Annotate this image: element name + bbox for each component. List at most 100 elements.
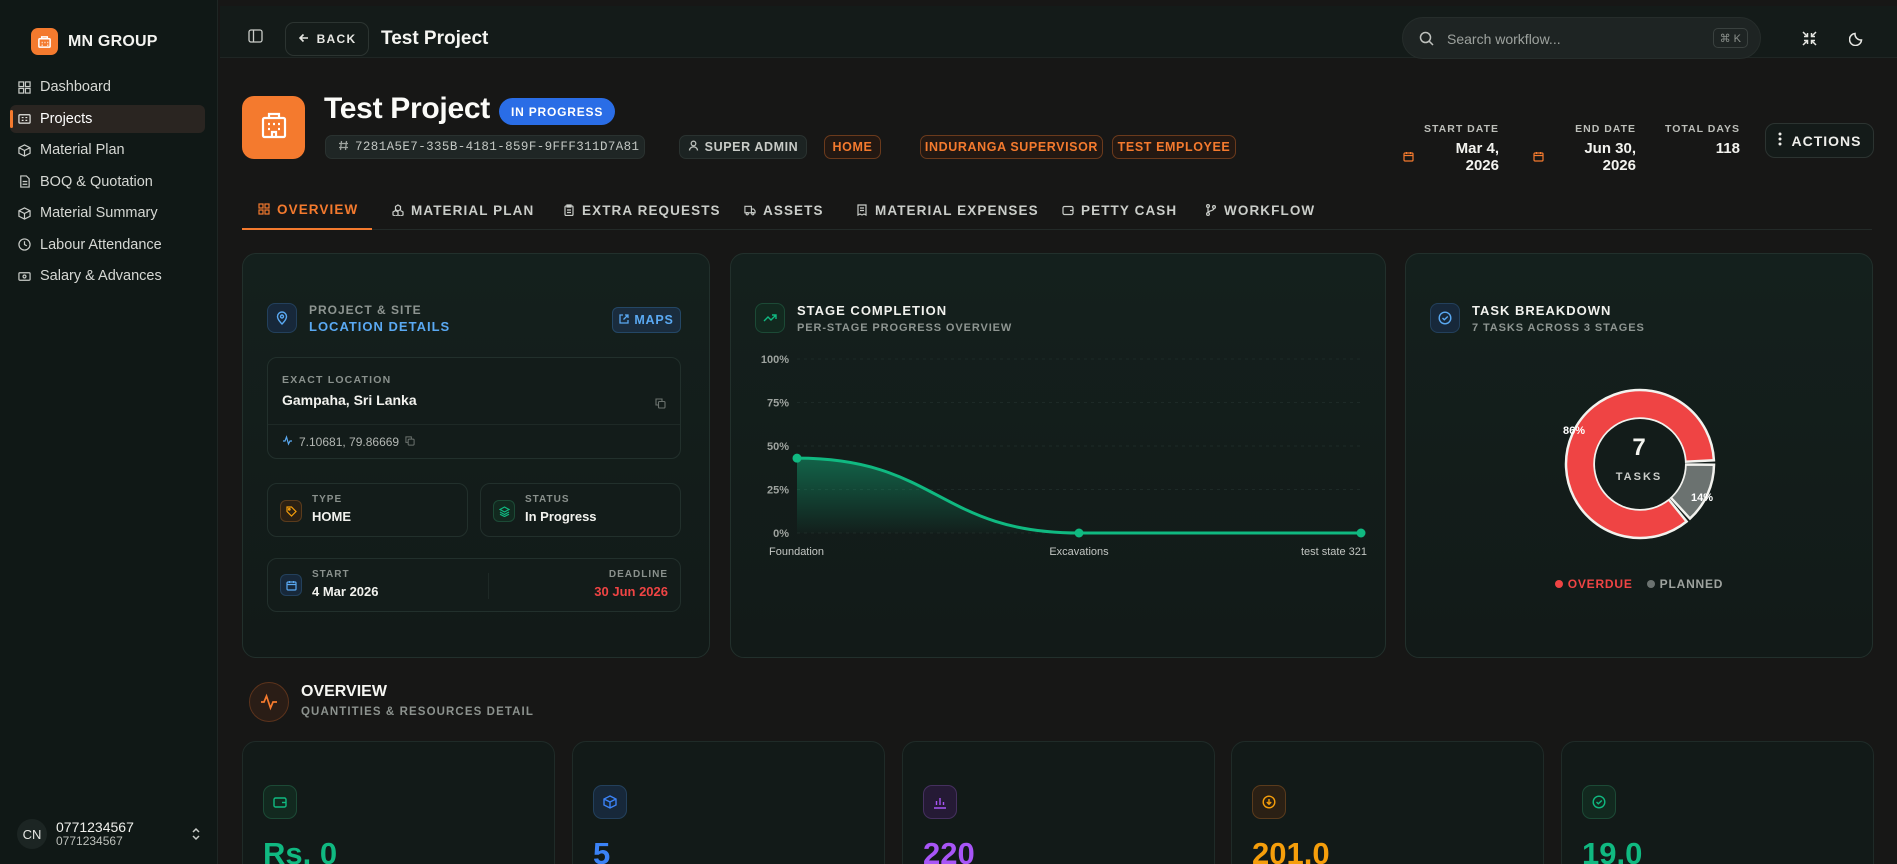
stat-card: Rs. 0 — [242, 741, 555, 864]
donut-center-value: 7 — [1632, 434, 1646, 461]
sidebar-item-label: Salary & Advances — [40, 268, 162, 284]
building-icon — [31, 28, 58, 55]
tab-assets[interactable]: ASSETS — [744, 190, 824, 230]
stat-value: 220 — [923, 836, 975, 864]
app-root: MN GROUP Dashboard Projects Material Pla… — [0, 0, 1897, 864]
wallet-icon — [1062, 204, 1074, 216]
tab-label: OVERVIEW — [277, 201, 359, 217]
legend-label: PLANNED — [1659, 577, 1724, 591]
brand[interactable]: MN GROUP — [31, 28, 158, 55]
stat-value: 5 — [593, 836, 611, 864]
truck-icon — [744, 204, 756, 216]
tab-overview[interactable]: OVERVIEW — [242, 190, 372, 230]
coordinates: 7.10681, 79.86669 — [299, 435, 400, 449]
tab-label: MATERIAL EXPENSES — [875, 202, 1039, 218]
tab-material-plan[interactable]: MATERIAL PLAN — [392, 190, 534, 230]
exact-location-value: Gampaha, Sri Lanka — [282, 392, 417, 408]
donut-center-label: TASKS — [1615, 471, 1663, 483]
type-value: HOME — [312, 509, 351, 524]
tab-label: EXTRA REQUESTS — [582, 202, 721, 218]
legend-overdue: OVERDUE — [1554, 577, 1633, 591]
tab-extra-requests[interactable]: EXTRA REQUESTS — [563, 190, 721, 230]
copy-icon[interactable] — [655, 396, 666, 409]
sidebar-item-dashboard[interactable]: Dashboard — [10, 73, 205, 101]
type-box: TYPE HOME — [267, 483, 468, 537]
stat-card: 19.0 — [1561, 741, 1874, 864]
activity-icon — [282, 435, 293, 449]
stage-card-title: STAGE COMPLETION — [797, 303, 948, 318]
tab-label: ASSETS — [763, 202, 824, 218]
role-label: SUPER ADMIN — [704, 140, 799, 154]
back-label: BACK — [316, 32, 357, 46]
sidebar-item-material-plan[interactable]: Material Plan — [10, 136, 205, 164]
back-button[interactable]: BACK — [285, 22, 369, 56]
status-label: STATUS — [525, 494, 570, 505]
sidebar-item-material-summary[interactable]: Material Summary — [10, 199, 205, 227]
tab-petty-cash[interactable]: PETTY CASH — [1062, 190, 1177, 230]
maps-label: MAPS — [634, 313, 674, 327]
y-tick-label: 75% — [767, 398, 789, 410]
external-link-icon — [619, 313, 629, 327]
boxes-icon — [392, 204, 404, 216]
calendar-icon — [280, 574, 302, 596]
start-date: START DATE Mar 4, 2026 — [1403, 123, 1499, 174]
y-tick-label: 25% — [767, 485, 789, 497]
document-icon — [18, 175, 31, 188]
stat-value: 19.0 — [1582, 836, 1643, 864]
tag-icon — [280, 500, 302, 522]
download-icon — [1252, 785, 1286, 819]
total-days-value: 118 — [1715, 140, 1740, 157]
package-icon — [18, 206, 31, 220]
sidebar-toggle-icon[interactable] — [248, 29, 263, 43]
collapse-icon[interactable] — [1802, 31, 1817, 46]
topbar: BACK Test Project Search workflow... ⌘ K — [220, 6, 1897, 59]
moon-icon[interactable] — [1848, 31, 1864, 47]
receipt-icon — [856, 204, 868, 216]
map-pin-icon — [267, 303, 297, 333]
actions-button[interactable]: ACTIONS — [1765, 123, 1874, 158]
user-icon — [688, 140, 699, 154]
stage-completion-card: STAGE COMPLETION PER-STAGE PROGRESS OVER… — [730, 253, 1386, 658]
sidebar-item-projects[interactable]: Projects — [10, 104, 205, 133]
clock-icon — [18, 238, 31, 251]
sidebar-item-salary[interactable]: Salary & Advances — [10, 262, 205, 290]
task-donut-chart: 86%14% — [1563, 388, 1716, 540]
git-branch-icon — [1205, 204, 1217, 216]
avatar: CN — [17, 819, 47, 849]
sidebar-item-label: Material Summary — [40, 205, 158, 221]
deadline-value: 30 Jun 2026 — [594, 584, 668, 599]
tab-bar: OVERVIEW MATERIAL PLAN EXTRA REQUESTS AS… — [242, 190, 1872, 230]
role-chip: SUPER ADMIN — [679, 135, 807, 159]
search-icon — [1419, 31, 1434, 46]
stat-value: Rs. 0 — [263, 836, 338, 864]
sidebar-item-boq[interactable]: BOQ & Quotation — [10, 168, 205, 196]
copy-icon[interactable] — [405, 435, 415, 449]
start-value: 4 Mar 2026 — [312, 584, 379, 599]
sidebar-item-label: Labour Attendance — [40, 236, 162, 253]
y-tick-label: 100% — [761, 354, 789, 366]
search-input[interactable]: Search workflow... ⌘ K — [1402, 17, 1761, 59]
tab-workflow[interactable]: WORKFLOW — [1205, 190, 1315, 230]
arrow-left-icon — [298, 32, 310, 47]
more-vertical-icon — [1778, 132, 1782, 149]
tab-material-expenses[interactable]: MATERIAL EXPENSES — [856, 190, 1039, 230]
check-circle-icon — [1582, 785, 1616, 819]
chevrons-up-down-icon — [190, 826, 202, 842]
end-date-value: Jun 30, 2026 — [1584, 140, 1636, 174]
x-tick-label: Excavations — [1049, 546, 1109, 558]
calendar-icon — [1533, 149, 1544, 166]
legend-dot — [1646, 580, 1655, 588]
actions-label: ACTIONS — [1791, 132, 1862, 149]
status-value: In Progress — [525, 509, 597, 524]
start-date-value-row: Mar 4, 2026 — [1403, 140, 1499, 174]
bar-chart-icon — [923, 785, 957, 819]
check-circle-icon — [1430, 303, 1460, 333]
user-menu[interactable]: CN 0771234567 0771234567 — [17, 816, 202, 852]
project-id-chip[interactable]: 7281A5E7-335B-4181-859F-9FFF311D7A81 — [325, 135, 645, 159]
stat-value: 201.0 — [1252, 836, 1330, 864]
sidebar-item-labour-attendance[interactable]: Labour Attendance — [10, 231, 205, 259]
task-card-title: TASK BREAKDOWN — [1472, 303, 1612, 318]
maps-button[interactable]: MAPS — [612, 307, 681, 333]
sidebar-nav: Dashboard Projects Material Plan BOQ & Q… — [10, 73, 205, 294]
divider — [488, 573, 489, 599]
